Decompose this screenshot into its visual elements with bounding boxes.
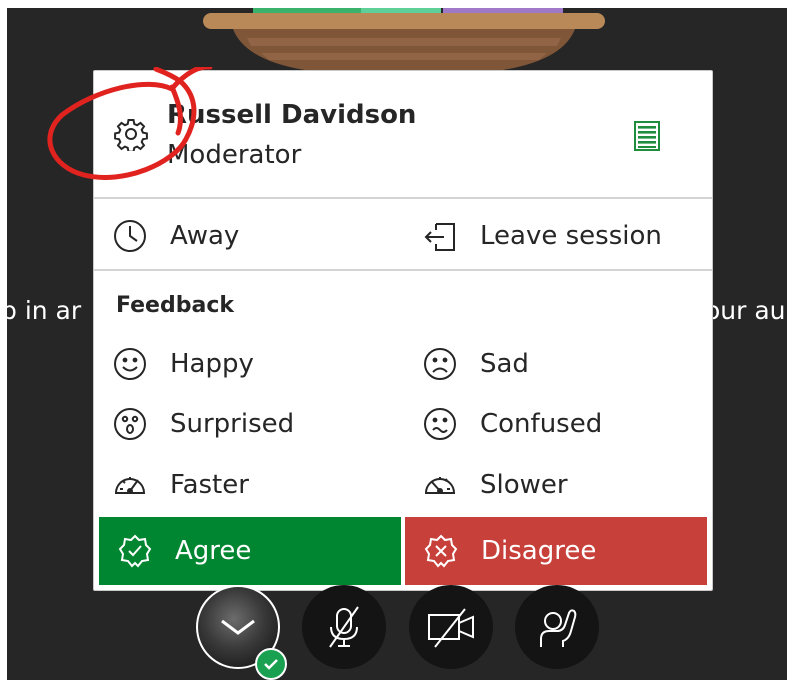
leave-session-button[interactable]: Leave session bbox=[422, 211, 662, 261]
speedometer-slow-icon bbox=[424, 477, 456, 494]
agree-button[interactable]: Agree bbox=[99, 517, 401, 585]
disagree-badge-icon bbox=[424, 534, 458, 568]
happy-face-icon bbox=[114, 348, 146, 380]
disagree-button[interactable]: Disagree bbox=[405, 517, 707, 585]
user-name: Russell Davidson bbox=[167, 100, 417, 130]
exit-door-icon bbox=[424, 223, 455, 251]
feedback-happy[interactable]: Happy bbox=[112, 339, 254, 389]
status-menu-panel: Russell Davidson Moderator Away Leave se… bbox=[47, 67, 713, 591]
status-check-badge bbox=[255, 648, 287, 680]
chevron-down-icon bbox=[221, 619, 255, 635]
raise-hand-button[interactable] bbox=[515, 585, 599, 669]
feedback-sad-label: Sad bbox=[480, 349, 529, 379]
feedback-surprised-label: Surprised bbox=[170, 409, 295, 439]
status-row: Away Leave session bbox=[94, 201, 712, 271]
away-label: Away bbox=[170, 221, 240, 251]
feedback-slower-label: Slower bbox=[480, 470, 568, 500]
camera-off-icon bbox=[428, 608, 474, 648]
feedback-confused[interactable]: Confused bbox=[422, 399, 602, 449]
feedback-sad[interactable]: Sad bbox=[422, 339, 529, 389]
sad-face-icon bbox=[424, 348, 456, 380]
away-button[interactable]: Away bbox=[112, 211, 239, 261]
agree-label: Agree bbox=[175, 536, 252, 566]
feedback-heading: Feedback bbox=[116, 293, 234, 318]
clock-icon bbox=[114, 220, 146, 252]
agree-badge-icon bbox=[118, 534, 152, 568]
microphone-muted-icon bbox=[329, 606, 359, 648]
feedback-faster[interactable]: Faster bbox=[112, 460, 249, 510]
feedback-confused-label: Confused bbox=[480, 409, 603, 439]
raise-hand-icon bbox=[540, 609, 577, 647]
bowl-illustration bbox=[203, 8, 605, 70]
disagree-label: Disagree bbox=[481, 536, 597, 566]
feedback-happy-label: Happy bbox=[170, 349, 254, 379]
background-caption-left: p in ar bbox=[7, 296, 82, 325]
user-header: Russell Davidson Moderator bbox=[47, 67, 712, 199]
gear-icon[interactable] bbox=[114, 117, 148, 151]
user-role: Moderator bbox=[167, 140, 302, 170]
background-caption-right: our au bbox=[705, 296, 786, 325]
surprised-face-icon bbox=[114, 408, 146, 440]
feedback-faster-label: Faster bbox=[170, 470, 249, 500]
feedback-surprised[interactable]: Surprised bbox=[112, 399, 294, 449]
microphone-toggle-button[interactable] bbox=[302, 585, 386, 669]
list-view-icon[interactable] bbox=[630, 119, 664, 153]
checkmark-icon bbox=[264, 659, 278, 670]
leave-session-label: Leave session bbox=[480, 221, 662, 251]
speedometer-fast-icon bbox=[114, 477, 146, 494]
camera-toggle-button[interactable] bbox=[409, 585, 493, 669]
confused-face-icon bbox=[424, 408, 456, 440]
feedback-slower[interactable]: Slower bbox=[422, 460, 568, 510]
